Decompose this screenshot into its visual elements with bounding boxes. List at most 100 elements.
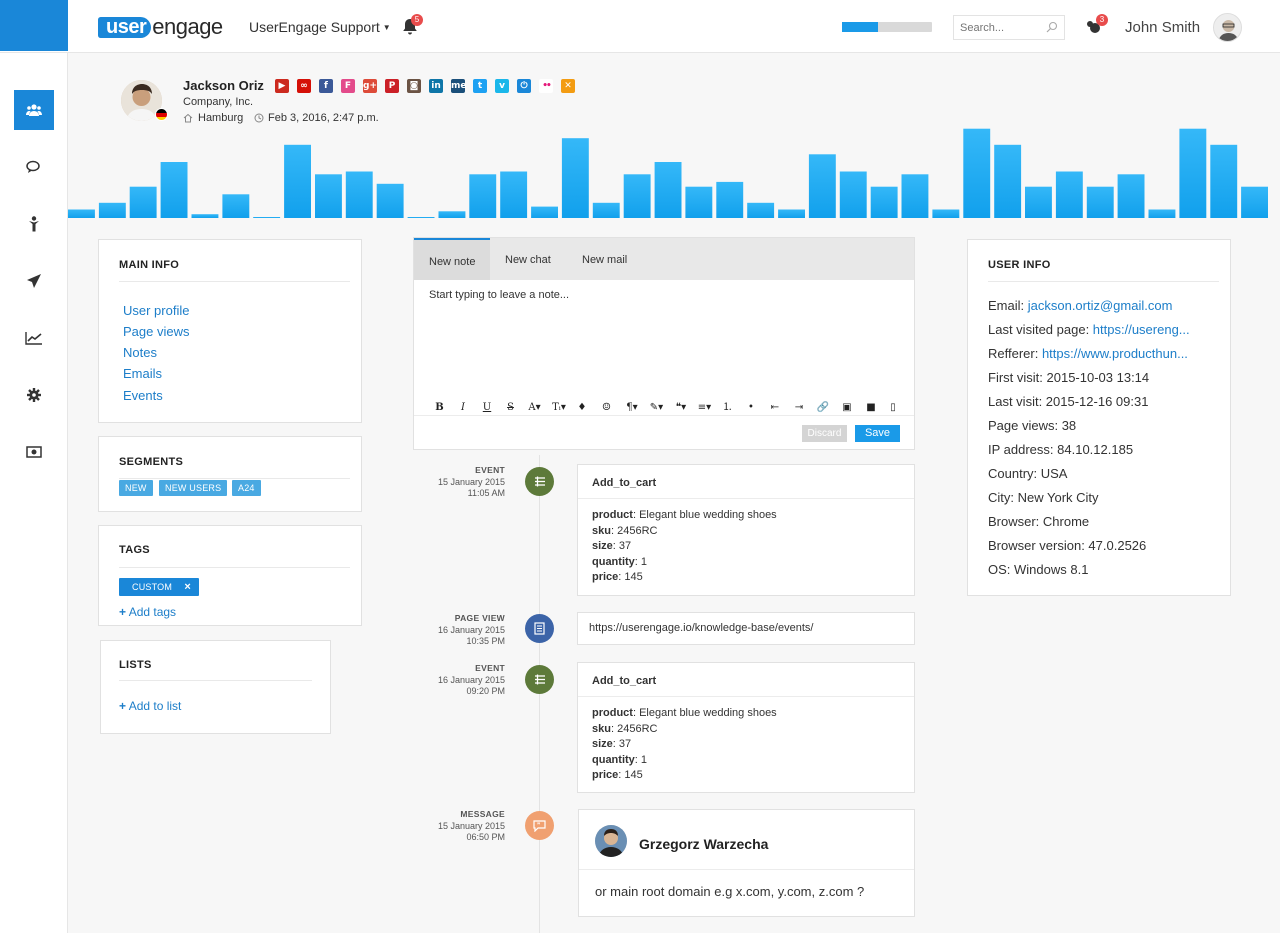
flickr-icon[interactable]: •• — [539, 79, 553, 93]
activity-bar — [98, 202, 126, 218]
event-dot — [525, 665, 554, 694]
userengage-logo[interactable]: user engage — [98, 14, 223, 40]
toolbar-button[interactable]: 🔗 — [811, 401, 835, 415]
segment-tag[interactable]: NEW — [119, 480, 153, 496]
field-key: sku — [592, 722, 611, 735]
activity-bar — [1210, 144, 1238, 218]
activity-bar — [1148, 209, 1176, 218]
user-info-row: Email: jackson.ortiz@gmail.com — [988, 298, 1172, 313]
field-value: 145 — [624, 571, 643, 583]
activity-bar — [592, 202, 620, 218]
segment-tag[interactable]: A24 — [232, 480, 261, 496]
discard-button[interactable]: Discard — [802, 425, 847, 442]
toolbar-button[interactable]: U — [475, 401, 499, 415]
app-switcher[interactable]: UserEngage Support ▼ — [249, 19, 391, 35]
activity-bar — [1025, 186, 1052, 218]
app-name: UserEngage Support — [249, 19, 380, 35]
link-user-profile[interactable]: User profile — [123, 303, 189, 318]
link-page-views[interactable]: Page views — [123, 324, 189, 339]
user-info-value: Chrome — [1042, 514, 1090, 529]
power-icon[interactable]: ⏻ — [517, 79, 531, 93]
toolbar-button[interactable]: ≡▾ — [693, 401, 716, 415]
toolbar-button[interactable]: ⇥ — [787, 401, 811, 415]
notifications-button[interactable]: 5 — [402, 14, 423, 36]
sidebar-item-campaigns[interactable] — [14, 261, 54, 301]
add-tags-link[interactable]: + Add tags — [119, 605, 176, 619]
toolbar-button[interactable]: ▣ — [835, 401, 859, 415]
user-info-value[interactable]: https://www.producthun... — [1042, 346, 1188, 361]
facebook-icon[interactable]: f — [319, 79, 333, 93]
sidebar-item-billing[interactable] — [14, 432, 54, 472]
progress-bar — [842, 22, 932, 32]
xing-icon[interactable]: ✕ — [561, 79, 575, 93]
toolbar-button[interactable]: • — [739, 401, 763, 415]
vimeo-icon[interactable]: v — [495, 79, 509, 93]
activity-bar — [376, 183, 404, 218]
search-input[interactable] — [954, 16, 1040, 39]
lastfm-icon[interactable]: ∞ — [297, 79, 311, 93]
segment-tag[interactable]: NEW USERS — [159, 480, 228, 496]
pinterest-icon[interactable]: P — [385, 79, 399, 93]
user-info-row: Browser version: 47.0.2526 — [988, 538, 1146, 553]
brand-block[interactable] — [0, 0, 68, 51]
user-info-key: City: — [988, 490, 1018, 505]
myspace-icon[interactable]: me — [451, 79, 466, 93]
toolbar-button[interactable]: A▾ — [522, 401, 547, 415]
field-value: Elegant blue wedding shoes — [639, 509, 777, 521]
svg-text:❞: ❞ — [537, 822, 540, 829]
field-key: product — [592, 707, 633, 719]
activity-bar — [994, 144, 1022, 218]
twitter-icon[interactable]: t — [473, 79, 487, 93]
search-icon[interactable] — [1046, 21, 1058, 33]
sidebar-item-conversations[interactable] — [14, 147, 54, 187]
toolbar-button[interactable]: ▯ — [883, 401, 903, 415]
user-avatar[interactable] — [1213, 13, 1242, 42]
toolbar-button[interactable]: ■ — [859, 401, 883, 415]
toolbar-button[interactable]: ♦ — [571, 401, 593, 415]
tab-new-mail[interactable]: New mail — [582, 238, 627, 280]
link-events[interactable]: Events — [123, 388, 163, 403]
note-text-area[interactable]: Start typing to leave a note... — [429, 289, 569, 301]
foursquare-icon[interactable]: F — [341, 79, 355, 93]
toolbar-button[interactable]: ¶▾ — [620, 401, 644, 415]
support-button[interactable]: 3 — [1086, 14, 1108, 36]
tab-new-note[interactable]: New note — [414, 238, 490, 280]
googleplus-icon[interactable]: g+ — [363, 79, 377, 93]
add-to-list-link[interactable]: + Add to list — [119, 699, 181, 713]
user-info-key: OS: — [988, 562, 1015, 577]
user-info-value[interactable]: jackson.ortiz@gmail.com — [1028, 298, 1173, 313]
page-view-url[interactable]: https://userengage.io/knowledge-base/eve… — [578, 613, 914, 644]
message-time: 06:50 PM — [466, 832, 505, 842]
sidebar-item-users[interactable] — [14, 90, 54, 130]
toolbar-button[interactable]: S — [499, 401, 522, 415]
toolbar-button[interactable]: ❝▾ — [669, 401, 693, 415]
support-badge: 3 — [1096, 14, 1108, 26]
toolbar-button[interactable]: ⇤ — [763, 401, 787, 415]
search-box[interactable] — [953, 15, 1065, 40]
link-notes[interactable]: Notes — [123, 345, 157, 360]
activity-bar — [778, 209, 805, 218]
toolbar-button[interactable]: B — [428, 401, 451, 415]
user-info-panel: USER INFO Email: jackson.ortiz@gmail.com… — [967, 239, 1231, 596]
toolbar-button[interactable]: I — [451, 401, 475, 415]
instagram-icon[interactable]: ◙ — [407, 79, 421, 93]
toolbar-button[interactable]: ⒈ — [716, 401, 739, 415]
tab-new-chat[interactable]: New chat — [505, 238, 551, 280]
toolbar-button[interactable]: Tᵢ▾ — [547, 401, 571, 415]
sidebar-item-settings[interactable] — [14, 375, 54, 415]
save-button[interactable]: Save — [855, 425, 900, 442]
linkedin-icon[interactable]: in — [429, 79, 443, 93]
toolbar-button[interactable]: ✎▾ — [644, 401, 669, 415]
message-header: Grzegorz Warzecha — [579, 810, 914, 870]
current-user-name[interactable]: John Smith — [1125, 19, 1200, 36]
user-info-value[interactable]: https://usereng... — [1093, 322, 1190, 337]
link-emails[interactable]: Emails — [123, 366, 162, 381]
remove-tag-icon[interactable]: × — [184, 578, 191, 596]
user-info-key: IP address: — [988, 442, 1058, 457]
divider — [119, 680, 312, 681]
divider — [988, 281, 1219, 282]
youtube-icon[interactable]: ▶ — [275, 79, 289, 93]
sidebar-item-statistics[interactable] — [14, 318, 54, 358]
toolbar-button[interactable]: ☺ — [593, 401, 620, 415]
sidebar-item-automation[interactable] — [14, 204, 54, 244]
